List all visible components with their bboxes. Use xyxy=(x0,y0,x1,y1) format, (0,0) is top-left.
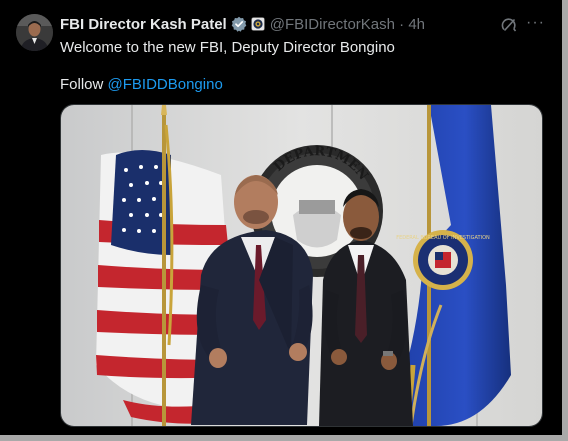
window-frame: FBI Director Kash Patel @FBIDirectorKash… xyxy=(0,0,568,441)
more-options-icon[interactable]: ··· xyxy=(526,14,545,32)
tweet-text-line1: Welcome to the new FBI, Deputy Director … xyxy=(60,39,395,56)
tweet-text-line2: Follow @FBIDDBongino xyxy=(60,75,540,95)
affiliation-seal-icon[interactable] xyxy=(250,17,265,31)
grok-icon[interactable] xyxy=(500,16,518,34)
tweet-text: Welcome to the new FBI, Deputy Director … xyxy=(60,38,540,95)
tweet-photo[interactable]: DEPARTMENT OF JUSTICE xyxy=(60,104,543,427)
flag-text-label: FEDERAL BUREAU OF INVESTIGATION xyxy=(396,235,490,241)
follow-text: Follow xyxy=(60,76,108,93)
timestamp[interactable]: 4h xyxy=(408,16,425,33)
author-handle[interactable]: @FBIDirectorKash xyxy=(270,16,395,33)
mention-link[interactable]: @FBIDDBongino xyxy=(108,76,223,93)
verified-badge-icon xyxy=(231,16,247,32)
tweet-header: FBI Director Kash Patel @FBIDirectorKash… xyxy=(60,14,425,34)
tweet[interactable]: FBI Director Kash Patel @FBIDirectorKash… xyxy=(0,0,562,435)
avatar[interactable] xyxy=(16,14,53,51)
flag-text: FEDERAL BUREAU OF INVESTIGATION xyxy=(396,235,490,241)
separator: · xyxy=(399,15,405,33)
author-name[interactable]: FBI Director Kash Patel xyxy=(60,16,227,33)
